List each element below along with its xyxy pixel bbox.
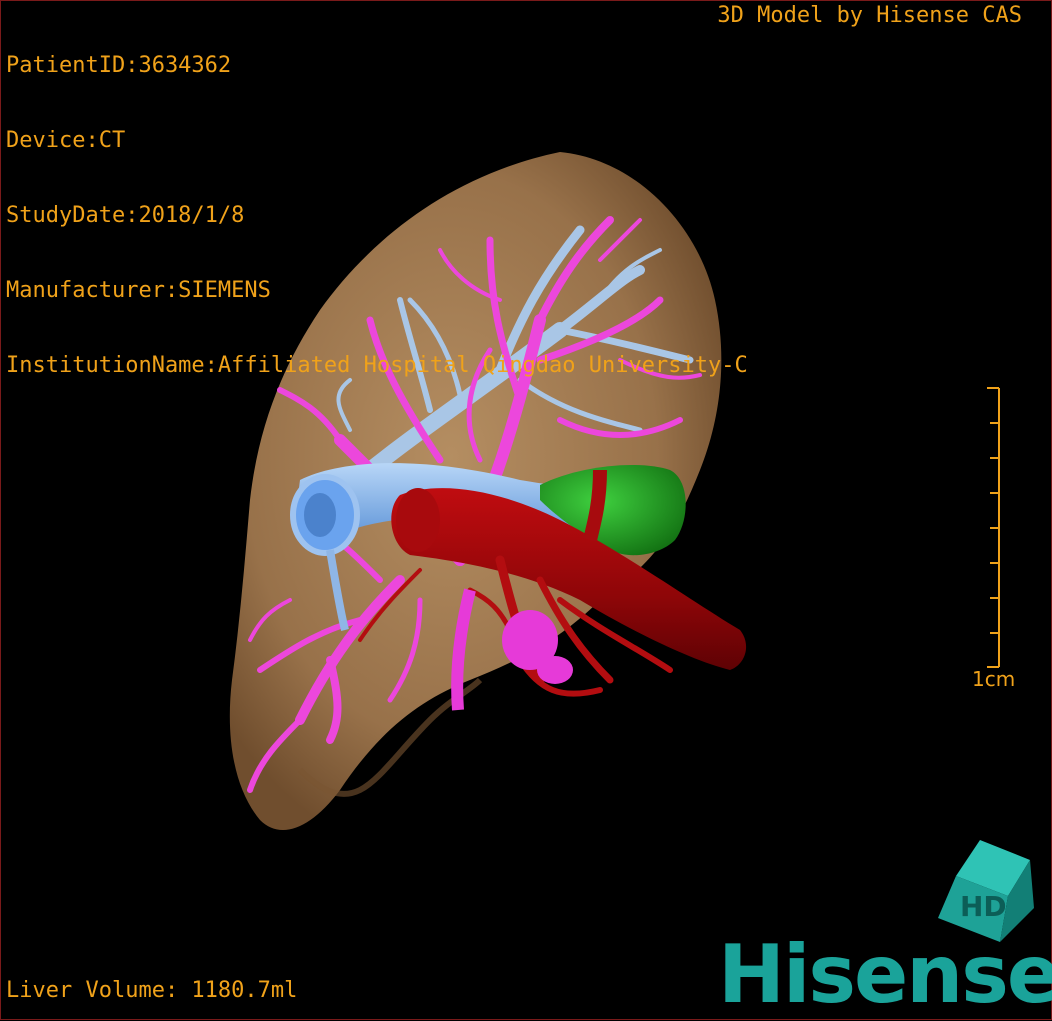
patient-id: PatientID:3634362 xyxy=(6,53,232,78)
model-credit: 3D Model by Hisense CAS xyxy=(717,3,1022,28)
hisense-logo: Hisense xyxy=(718,928,1052,1021)
scale-bar xyxy=(987,387,1000,668)
manufacturer: Manufacturer:SIEMENS xyxy=(6,278,271,303)
institution-name: InstitutionName:Affiliated Hospital Qing… xyxy=(6,353,748,378)
patient-info: PatientID:3634362 Device:CT StudyDate:20… xyxy=(6,3,748,403)
scale-bar-label: 1cm xyxy=(972,667,1016,691)
cube-letters: HD xyxy=(960,890,1007,923)
study-date: StudyDate:2018/1/8 xyxy=(6,203,245,228)
liver-volume: Liver Volume: 1180.7ml xyxy=(6,978,298,1003)
device: Device:CT xyxy=(6,128,126,153)
